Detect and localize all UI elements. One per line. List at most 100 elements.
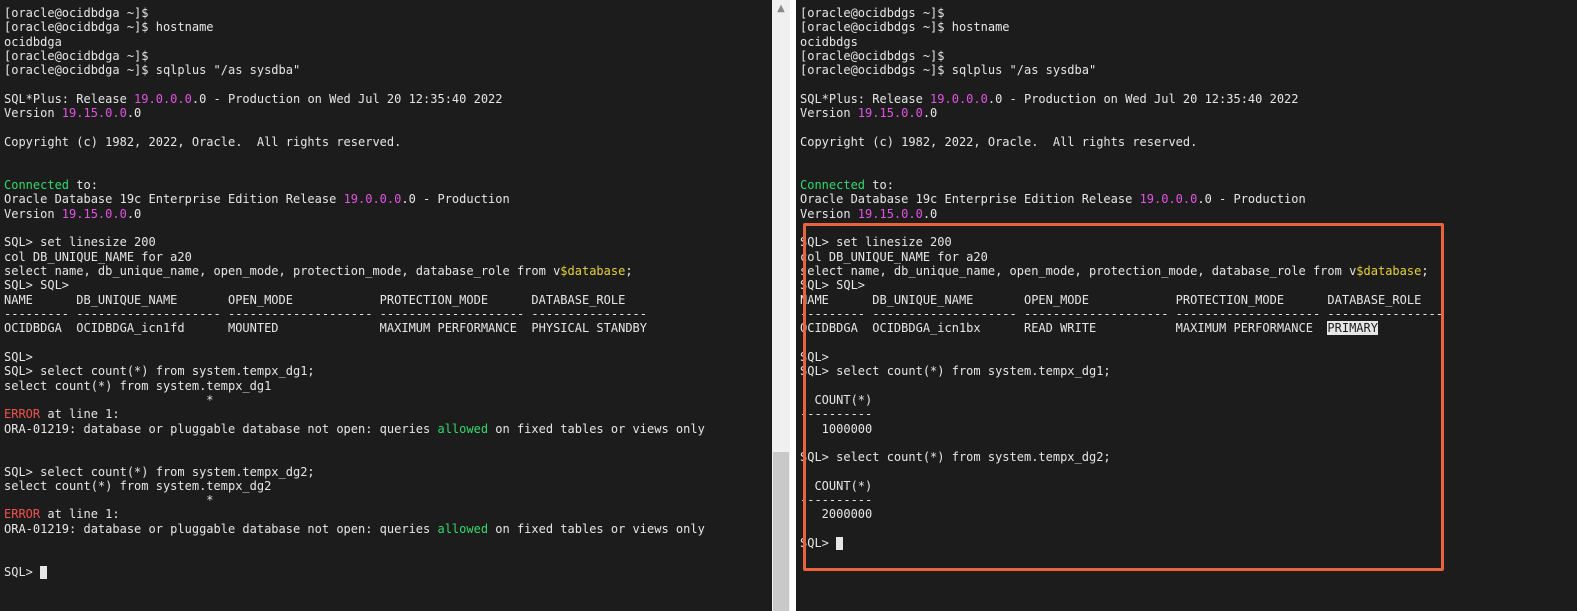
terminal-line: SQL> [4,565,705,579]
terminal-line: ocidbdgs [800,35,1443,49]
scroll-up-arrow-icon[interactable]: ▲ [772,0,790,18]
terminal-text: SQL> [4,349,33,364]
terminal-line: Version 19.15.0.0.0 [4,106,705,120]
terminal-line: Copyright (c) 1982, 2022, Oracle. All ri… [4,135,705,149]
terminal-line: [oracle@ocidbdga ~]$ [4,49,705,63]
terminal-text: ; [625,263,633,278]
terminal-text: Version [4,206,62,221]
terminal-text: 19.15.0.0 [61,106,127,121]
terminal-text: ORA-01219: database or pluggable databas… [4,421,438,436]
highlight-box [803,223,1444,571]
terminal-text: 19.0.0.0 [343,192,402,207]
terminal-text: ORA-01219: database or pluggable databas… [4,521,438,536]
terminal-text: [oracle@ocidbdga ~]$ sqlplus "/as sysdba… [4,63,301,78]
terminal-text: [oracle@ocidbdga ~]$ [4,6,149,20]
terminal-text: select name, db_unique_name, open_mode, … [4,263,561,278]
terminal-text: ERROR [4,407,41,422]
terminal-left-output: [oracle@ocidbdga ~]$ [oracle@ocidbdga ~]$… [4,6,705,579]
terminal-text: .0 [922,106,938,121]
terminal-line: [oracle@ocidbdga ~]$ sqlplus "/as sysdba… [4,63,705,77]
terminal-line: [oracle@ocidbdgs ~]$ [800,49,1443,63]
terminal-text: Connected [800,177,866,192]
terminal-text: Copyright (c) 1982, 2022, Oracle. All ri… [4,134,402,149]
terminal-line: Oracle Database 19c Enterprise Edition R… [4,192,705,206]
terminal-line: SQL*Plus: Release 19.0.0.0.0 - Productio… [800,92,1443,106]
terminal-text: .0 - Production [401,192,510,207]
terminal-line: ORA-01219: database or pluggable databas… [4,422,705,436]
terminal-text: to: [865,177,894,192]
terminal-text: 19.0.0.0 [930,91,988,106]
terminal-line: SQL> select count(*) from system.tempx_d… [4,364,705,378]
terminal-text: 19.0.0.0 [134,91,192,106]
terminal-text: .0 - Production on Wed Jul 20 12:35:40 2… [191,91,503,106]
terminal-text: [oracle@ocidbdgs ~]$ [800,6,945,20]
terminal-line: NAME DB_UNIQUE_NAME OPEN_MODE PROTECTION… [4,293,705,307]
terminal-line: [oracle@ocidbdgs ~]$ hostname [800,20,1443,34]
terminal-text: allowed [437,421,489,436]
terminal-right[interactable]: [oracle@ocidbdgs ~]$ [oracle@ocidbdgs ~]$… [796,0,1577,611]
terminal-text: OCIDBDGA OCIDBDGA_icn1fd MOUNTED MAXIMUM… [4,321,647,336]
terminal-line: Version 19.15.0.0.0 [800,106,1443,120]
terminal-line: ERROR at line 1: [4,507,705,521]
terminal-line: SQL> select count(*) from system.tempx_d… [4,465,705,479]
terminal-text: on fixed tables or views only [488,521,705,536]
terminal-text: Copyright (c) 1982, 2022, Oracle. All ri… [800,134,1198,149]
terminal-line: SQL> set linesize 200 [4,235,705,249]
terminal-text: Version [800,106,858,121]
terminal-line: col DB_UNIQUE_NAME for a20 [4,250,705,264]
terminal-text: * [4,392,214,407]
terminal-left-scrollbar[interactable]: ▲ [772,0,790,611]
terminal-left[interactable]: [oracle@ocidbdga ~]$ [oracle@ocidbdga ~]$… [0,0,772,611]
terminal-line: Version 19.15.0.0.0 [4,207,705,221]
terminal-text: $database [560,263,626,278]
scrollbar-thumb[interactable] [773,452,789,611]
terminal-line: [oracle@ocidbdga ~]$ hostname [4,20,705,34]
terminal-line: [oracle@ocidbdgs ~]$ [800,6,1443,20]
terminal-line: --------- -------------------- ---------… [4,307,705,321]
terminal-text: NAME DB_UNIQUE_NAME OPEN_MODE PROTECTION… [4,292,626,307]
terminal-text: [oracle@ocidbdgs ~]$ hostname [800,20,1010,35]
terminal-text: .0 [922,206,938,221]
terminal-line: Version 19.15.0.0.0 [800,207,1443,221]
terminal-text: [oracle@ocidbdga ~]$ [4,48,149,63]
terminal-text: at line 1: [40,407,120,422]
terminal-text: Version [800,206,858,221]
terminal-line: SQL*Plus: Release 19.0.0.0.0 - Productio… [4,92,705,106]
terminal-text: on fixed tables or views only [488,421,705,436]
terminal-text: Connected [4,177,70,192]
terminal-text: to: [69,177,98,192]
terminal-text: at line 1: [40,507,120,522]
terminal-line: ORA-01219: database or pluggable databas… [4,522,705,536]
terminal-line: SQL> SQL> [4,278,705,292]
terminal-text: .0 [126,106,142,121]
terminal-text: Oracle Database 19c Enterprise Edition R… [4,192,344,207]
terminal-line: select count(*) from system.tempx_dg1 [4,379,705,393]
terminal-text: .0 [126,206,142,221]
terminal-text: allowed [437,521,489,536]
terminal-text: 19.0.0.0 [1139,192,1198,207]
terminal-text: select count(*) from system.tempx_dg1 [4,378,272,393]
terminal-line: Oracle Database 19c Enterprise Edition R… [800,192,1443,206]
terminal-line: [oracle@ocidbdgs ~]$ sqlplus "/as sysdba… [800,63,1443,77]
terminal-cursor [40,565,48,579]
terminal-text: [oracle@ocidbdgs ~]$ [800,48,945,63]
terminal-text: 19.15.0.0 [857,206,923,221]
terminal-text: [oracle@ocidbdga ~]$ hostname [4,20,214,35]
terminal-text: .0 - Production on Wed Jul 20 12:35:40 2… [987,91,1299,106]
terminal-text: ocidbdga [4,34,62,49]
terminal-text: SQL> select count(*) from system.tempx_d… [4,364,315,379]
terminal-line: * [4,493,705,507]
terminal-line: ocidbdga [4,35,705,49]
terminal-text: SQL*Plus: Release [4,91,135,106]
